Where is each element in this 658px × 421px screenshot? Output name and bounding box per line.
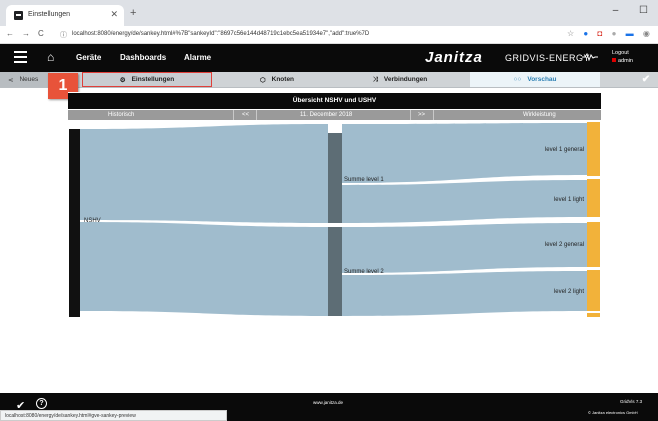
tab-favicon-icon: [14, 11, 23, 20]
prev-date-button[interactable]: <<: [242, 112, 249, 118]
link-level2-light: [342, 271, 587, 316]
wave-icon: [582, 53, 598, 61]
gears-icon: ⚙: [119, 76, 126, 84]
tab-einstellungen-label: Einstellungen: [131, 76, 175, 83]
footer-copyright: © Janitza electronics GmbH: [588, 410, 638, 415]
label-level-2-general: level 2 general: [545, 242, 584, 248]
tab-close-icon[interactable]: ✕: [110, 9, 118, 20]
node-level-2-general: [587, 222, 600, 267]
historisch-label[interactable]: Historisch: [108, 112, 134, 118]
window-controls: – ☐: [595, 5, 648, 16]
node-level-2-stub: [587, 313, 600, 317]
tab-vorschau[interactable]: ○○ Vorschau: [470, 72, 600, 87]
node-summe-level-1: [328, 133, 342, 223]
shuffle-icon: ⤨: [372, 75, 378, 83]
help-icon[interactable]: ?: [36, 398, 47, 409]
glasses-icon: ○○: [513, 76, 522, 83]
node-level-1-light: [587, 179, 600, 217]
hamburger-menu-icon[interactable]: [14, 51, 27, 63]
share-icon: ⋖: [8, 76, 14, 84]
menu-geraete[interactable]: Geräte: [76, 53, 101, 62]
new-button[interactable]: ⋖ Neues: [0, 72, 50, 87]
tab-verbindungen[interactable]: ⤨ Verbindungen: [340, 72, 460, 87]
link-nshv-level2: [80, 222, 328, 316]
label-summe-level-2: Summe level 2: [344, 269, 384, 275]
url-field[interactable]: ⓘ localhost:8080/energy/de/sankey.html#%…: [60, 28, 560, 42]
confirm-check-icon[interactable]: ✔: [636, 72, 656, 87]
link-level1-general: [342, 123, 587, 183]
extension-4-icon[interactable]: ▬: [626, 29, 634, 38]
extension-3-icon[interactable]: ●: [612, 29, 617, 38]
new-button-label: Neues: [19, 76, 39, 83]
label-level-1-light: level 1 light: [554, 197, 584, 203]
brand-logo: Janitza: [425, 49, 483, 66]
link-level2-general: [342, 223, 587, 273]
link-nshv-level1: [80, 124, 328, 223]
tab-title: Einstellungen: [28, 11, 71, 18]
footer-version: GridVis 7.3: [620, 399, 643, 404]
tab-vorschau-label: Vorschau: [527, 76, 557, 83]
label-nshv: NSHV: [84, 218, 101, 224]
username: admin: [618, 58, 633, 64]
node-summe-level-2: [328, 227, 342, 316]
back-icon[interactable]: ←: [6, 29, 14, 38]
panel-title: Übersicht NSHV und USHV: [68, 93, 601, 109]
home-icon[interactable]: ⌂: [47, 50, 54, 64]
editor-toolbar: ⋖ Neues ⚙ Einstellungen ⬡ Knoten ⤨ Verbi…: [0, 72, 658, 88]
maximize-icon[interactable]: ☐: [639, 5, 648, 16]
star-icon[interactable]: ☆: [567, 29, 574, 38]
minimize-icon[interactable]: –: [613, 5, 619, 16]
tab-einstellungen[interactable]: ⚙ Einstellungen: [82, 72, 212, 87]
app-header: ⌂ Geräte Dashboards Alarme Janitza GRIDV…: [0, 44, 658, 72]
footer-website[interactable]: www.janitza.de: [313, 400, 343, 405]
reload-icon[interactable]: C: [38, 29, 44, 38]
divider: [233, 110, 234, 120]
new-tab-icon[interactable]: +: [130, 7, 136, 19]
site-info-icon[interactable]: ⓘ: [60, 30, 67, 40]
forward-icon[interactable]: →: [22, 29, 30, 38]
divider: [433, 110, 434, 120]
menu-dashboards[interactable]: Dashboards: [120, 53, 166, 62]
profile-avatar-icon[interactable]: ◉: [643, 29, 650, 38]
node-nshv: [69, 129, 80, 317]
extension-1-icon[interactable]: ●: [583, 29, 588, 38]
node-level-2-light: [587, 270, 600, 311]
next-date-button[interactable]: >>: [418, 112, 425, 118]
label-summe-level-1: Summe level 1: [344, 177, 384, 183]
url-text: localhost:8080/energy/de/sankey.html#%7B…: [72, 31, 370, 37]
label-level-1-general: level 1 general: [545, 147, 584, 153]
node-level-1-general: [587, 122, 600, 176]
logout-area[interactable]: Logout admin: [612, 49, 633, 65]
divider: [256, 110, 257, 120]
tab-knoten[interactable]: ⬡ Knoten: [222, 72, 332, 87]
user-icon: [612, 58, 616, 62]
logout-link[interactable]: Logout: [612, 49, 633, 57]
divider: [410, 110, 411, 120]
current-date: 11. December 2018: [300, 112, 353, 118]
status-url-bubble: localhost:8080/energy/de/sankey.html#gve…: [0, 410, 227, 421]
nodes-icon: ⬡: [259, 76, 266, 84]
link-level1-light: [342, 180, 587, 223]
menu-alarme[interactable]: Alarme: [184, 53, 211, 62]
product-name: GRIDVIS-ENERGY: [505, 53, 591, 63]
tab-verbindungen-label: Verbindungen: [383, 76, 428, 83]
extension-icons: ☆ ● ◘ ● ▬ ◉: [560, 29, 655, 41]
browser-tab[interactable]: Einstellungen ✕: [6, 5, 124, 26]
wirkleistung-label[interactable]: Wirkleistung: [523, 112, 556, 118]
panel-navigation-bar: Historisch << 11. December 2018 >> Wirkl…: [68, 110, 601, 120]
label-level-2-light: level 2 light: [554, 289, 584, 295]
extension-2-icon[interactable]: ◘: [597, 29, 602, 38]
sankey-diagram: NSHV Summe level 1 Summe level 2 level 1…: [69, 122, 600, 317]
tab-knoten-label: Knoten: [271, 76, 295, 83]
